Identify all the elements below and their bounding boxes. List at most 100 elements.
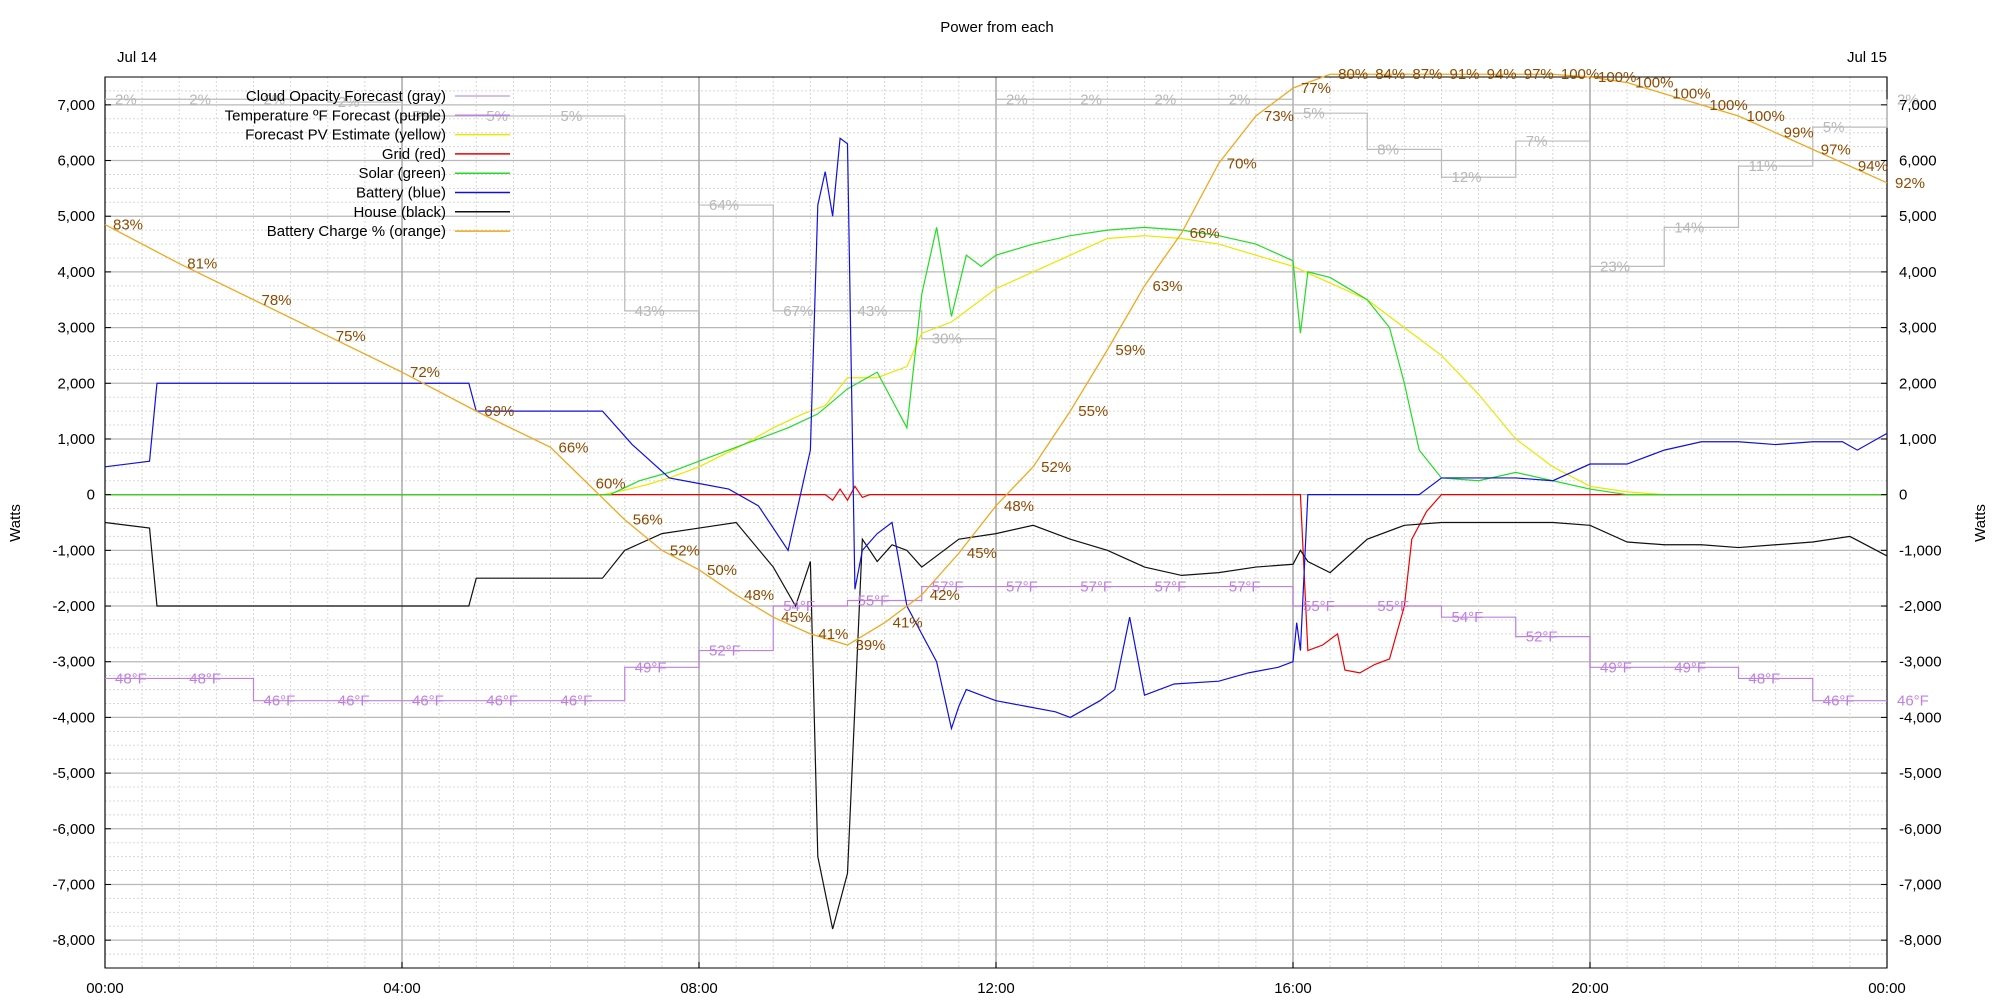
y-tick-label-left: -8,000 <box>52 932 95 949</box>
legend: Cloud Opacity Forecast (gray) Temperature… <box>225 88 510 240</box>
legend-entry-label: Solar (green) <box>358 165 446 182</box>
legend-entry-label: Battery (blue) <box>356 185 446 202</box>
y-tick-label-left: -1,000 <box>52 542 95 559</box>
y-axis-label-left: Watts <box>7 504 24 542</box>
data-label: 60% <box>596 476 626 493</box>
data-label: 75% <box>336 328 366 345</box>
data-label: 92% <box>1895 175 1925 192</box>
y-tick-label-right: 4,000 <box>1899 264 1937 281</box>
data-label: 57°F <box>1080 579 1112 596</box>
data-label: 55°F <box>1377 598 1409 615</box>
chart-title: Power from each <box>940 19 1053 36</box>
data-label: 46°F <box>561 693 593 710</box>
data-label: 41% <box>818 626 848 643</box>
y-tick-label-right: -5,000 <box>1899 765 1942 782</box>
data-label: 100% <box>1672 86 1710 103</box>
data-label: 91% <box>1450 66 1480 83</box>
y-tick-label-right: -1,000 <box>1899 542 1942 559</box>
data-label: 59% <box>1115 342 1145 359</box>
data-label: 81% <box>187 256 217 273</box>
data-label: 45% <box>781 609 811 626</box>
data-label: 46°F <box>412 693 444 710</box>
x-tick-label: 04:00 <box>383 980 421 997</box>
x-tick-label: 00:00 <box>1868 980 1906 997</box>
y-tick-label-left: 5,000 <box>57 208 95 225</box>
x-tick-label: 16:00 <box>1274 980 1312 997</box>
data-label: 100% <box>1635 75 1673 92</box>
y-tick-label-left: -2,000 <box>52 598 95 615</box>
data-label: 100% <box>1709 97 1747 114</box>
y-tick-label-right: -2,000 <box>1899 598 1942 615</box>
data-label: 50% <box>707 562 737 579</box>
data-label: 2% <box>189 91 211 108</box>
x-tick-label: 12:00 <box>977 980 1015 997</box>
y-tick-label-left: 4,000 <box>57 264 95 281</box>
x-tick-label: 20:00 <box>1571 980 1609 997</box>
data-label: 66% <box>1190 225 1220 242</box>
data-label: 57°F <box>1006 579 1038 596</box>
data-label: 8% <box>1377 141 1399 158</box>
data-label: 55°F <box>858 592 890 609</box>
data-label: 97% <box>1821 141 1851 158</box>
data-label: 49°F <box>1600 659 1632 676</box>
data-label: 54°F <box>1452 609 1484 626</box>
y-tick-label-right: 3,000 <box>1899 320 1937 337</box>
legend-entry-label: Grid (red) <box>382 146 446 163</box>
data-label: 52°F <box>1526 629 1558 646</box>
y-tick-label-left: -7,000 <box>52 876 95 893</box>
y-tick-label-left: -3,000 <box>52 654 95 671</box>
legend-entry-label: Temperature ºF Forecast (purple) <box>225 107 446 124</box>
y-tick-label-right: 0 <box>1899 487 1907 504</box>
data-label: 100% <box>1598 69 1636 86</box>
data-label: 55% <box>1078 403 1108 420</box>
data-label: 80% <box>1338 66 1368 83</box>
data-label: 87% <box>1412 66 1442 83</box>
y-tick-label-right: -3,000 <box>1899 654 1942 671</box>
y-axis-label-right: Watts <box>1972 504 1989 542</box>
data-label: 14% <box>1674 219 1704 236</box>
data-label: 30% <box>932 331 962 348</box>
data-label: 72% <box>410 364 440 381</box>
data-label: 66% <box>559 439 589 456</box>
y-tick-label-right: -8,000 <box>1899 932 1942 949</box>
y-tick-label-left: 7,000 <box>57 97 95 114</box>
data-label: 23% <box>1600 258 1630 275</box>
power-chart: 2% 2% 2% 2%5% 5% 5%43%64%67% 43%30%2% 2% 2% 2%5%8… <box>7 19 1989 997</box>
data-label: 78% <box>262 292 292 309</box>
y-tick-label-left: -6,000 <box>52 821 95 838</box>
data-label: 43% <box>635 303 665 320</box>
data-label: 73% <box>1264 108 1294 125</box>
data-label: 45% <box>967 545 997 562</box>
data-label: 67% <box>783 303 813 320</box>
y-tick-label-right: 2,000 <box>1899 375 1937 392</box>
data-label: 46°F <box>264 693 296 710</box>
data-label: 83% <box>113 217 143 234</box>
y-tick-label-left: -4,000 <box>52 709 95 726</box>
y-tick-label-left: 2,000 <box>57 375 95 392</box>
data-label: 48°F <box>115 670 147 687</box>
data-label: 2% <box>1155 91 1177 108</box>
data-label: 46°F <box>486 693 518 710</box>
data-label: 70% <box>1227 155 1257 172</box>
legend-entry-label: Battery Charge % (orange) <box>267 223 446 240</box>
data-label: 52% <box>1041 459 1071 476</box>
data-label: 99% <box>1784 125 1814 142</box>
data-label: 2% <box>1080 91 1102 108</box>
data-label: 52% <box>670 542 700 559</box>
data-label: 57°F <box>1155 579 1187 596</box>
data-label: 64% <box>709 197 739 214</box>
data-label: 94% <box>1487 66 1517 83</box>
y-tick-label-right: -6,000 <box>1899 821 1942 838</box>
data-label: 46°F <box>338 693 370 710</box>
legend-entry-label: Cloud Opacity Forecast (gray) <box>246 88 446 105</box>
data-label: 46°F <box>1823 693 1855 710</box>
data-label: 5% <box>486 108 508 125</box>
legend-entry-label: House (black) <box>353 204 446 221</box>
data-label: 5% <box>1303 105 1325 122</box>
data-label: 69% <box>484 403 514 420</box>
data-label: 49°F <box>1674 659 1706 676</box>
data-label: 39% <box>856 637 886 654</box>
data-label: 11% <box>1749 158 1778 175</box>
data-label: 41% <box>893 615 923 632</box>
y-tick-label-right: 1,000 <box>1899 431 1937 448</box>
